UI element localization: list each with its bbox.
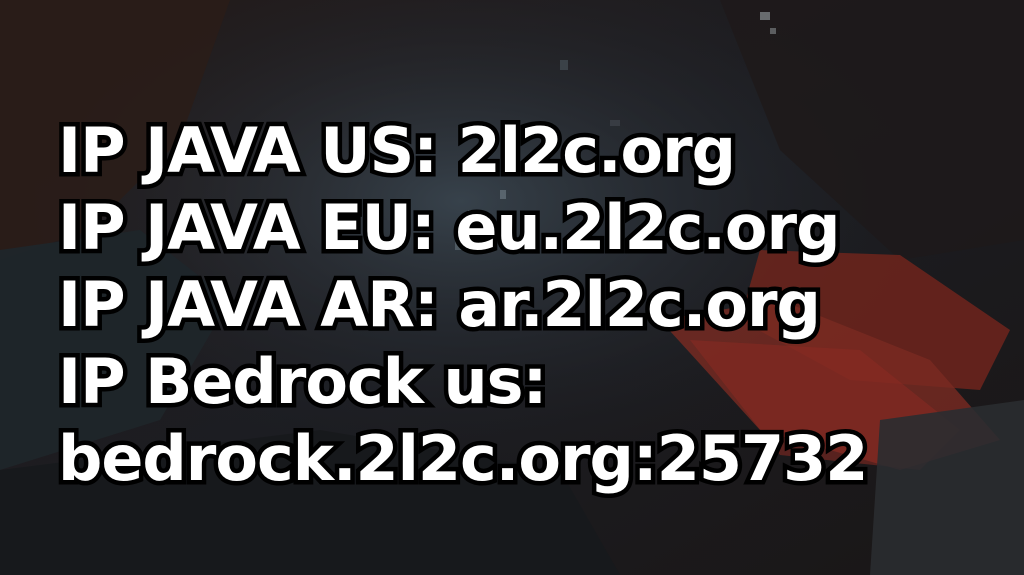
ip-bedrock-label-line: IP Bedrock us: <box>54 341 552 423</box>
server-ip-text-block: IP JAVA US: 2l2c.org IP JAVA EU: eu.2l2c… <box>54 110 998 500</box>
ip-bedrock-address-line: bedrock.2l2c.org:25732 <box>54 418 873 500</box>
ip-java-eu-line: IP JAVA EU: eu.2l2c.org <box>54 187 846 269</box>
ip-java-us-line: IP JAVA US: 2l2c.org <box>54 110 741 192</box>
ip-java-ar-line: IP JAVA AR: ar.2l2c.org <box>54 264 826 346</box>
